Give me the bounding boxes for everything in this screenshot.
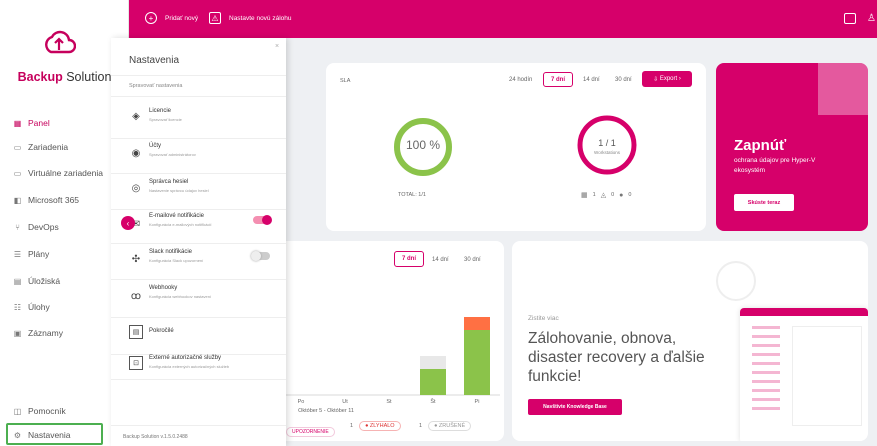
settings-item-webhooks[interactable]: ꝏ Webhooky Konfigurácia webhookov nastav… <box>111 276 286 318</box>
range-24h[interactable]: 24 hodín <box>509 77 532 83</box>
settings-section-label: Spravovať nastavenia <box>129 83 183 89</box>
sidebar-item-microsoft-365[interactable]: ◧ Microsoft 365 <box>12 190 124 210</box>
license-icon: ◈ <box>132 110 140 122</box>
bar-Št-Zrušené[interactable] <box>420 356 446 369</box>
try-now-button[interactable]: Skúste teraz <box>734 194 794 211</box>
apple-icon: ● <box>619 191 624 199</box>
gear-icon: ⚙ <box>13 430 22 440</box>
sidebar-item-plans[interactable]: ☰Plány⌄ <box>12 244 124 264</box>
sidebar-item-logs[interactable]: ▣ Záznamy <box>12 323 124 343</box>
x-tick-label: Ut <box>342 399 348 405</box>
sidebar-item-devops[interactable]: ⑂DevOps⌄ <box>12 217 124 237</box>
notifications-icon[interactable] <box>844 13 856 24</box>
bar-Št-Úspešné[interactable] <box>420 369 446 395</box>
advanced-icon: ▤ <box>129 325 143 339</box>
chevron-right-icon: › <box>677 76 681 82</box>
x-tick-label: Št <box>430 398 436 405</box>
cloud-backup-logo-icon <box>45 30 76 54</box>
workstations-label: Workstations <box>594 150 620 155</box>
workstations-value: 1 / 1 <box>598 138 616 148</box>
monitor-icon: ▭ <box>13 168 22 178</box>
sidebar: Backup Solution ▦ Panel ▭ Zariadenia ▭ Virt… <box>0 0 129 446</box>
storage-icon: ▤ <box>13 276 22 286</box>
sidebar-item-settings[interactable]: ⚙ Nastavenia <box>12 425 124 445</box>
lightbulb-icon <box>716 261 756 301</box>
range-30d[interactable]: 30 dní <box>615 77 632 83</box>
sla-percent: 100 % <box>405 138 441 152</box>
legend-warning[interactable]: UPOZORNENIE <box>286 427 335 437</box>
slack-icon: ✣ <box>131 253 141 265</box>
brand-name: Backup Solution <box>17 70 112 84</box>
office-icon: ◧ <box>13 195 22 205</box>
bar-Pi-Úspešné[interactable] <box>464 330 490 395</box>
sidebar-item-devices[interactable]: ▭ Zariadenia <box>12 137 124 157</box>
range-14d[interactable]: 14 dní <box>583 77 600 83</box>
fingerprint-icon: ◎ <box>131 182 141 194</box>
legend-failed[interactable]: 1 ● ZLYHALO <box>350 421 401 431</box>
accounts-icon: ◉ <box>131 147 141 159</box>
settings-item-external-auth[interactable]: ⊡ Externé autorizačné služby Konfiguráci… <box>111 344 286 380</box>
activity-card: 7 dní 14 dní 30 dní Po Ut St Št Pi Október 5 … <box>250 241 504 441</box>
promo-title: Zapnúť <box>734 137 787 154</box>
configure-backup-button[interactable]: ⚠ Nastavte novú zálohu <box>209 12 292 24</box>
sla-card: SLA 24 hodín 7 dní 14 dní 30 dní ⇩ Expor… <box>326 63 706 231</box>
legend-cancelled[interactable]: 1 ● ZRUŠENÉ <box>419 421 472 431</box>
sidebar-item-storages[interactable]: ▤ Úložiská <box>12 271 124 291</box>
activity-range-7d[interactable]: 7 dní <box>394 251 424 267</box>
activity-range-30d[interactable]: 30 dní <box>464 257 481 263</box>
sla-title: SLA <box>340 78 351 84</box>
tasks-icon: ☷ <box>13 302 22 312</box>
knowledge-base-card: Zistite viac Zálohovanie, obnova, disast… <box>512 241 868 441</box>
sidebar-item-virtual-devices[interactable]: ▭Virtuálne zariadenia⌄ <box>12 163 124 183</box>
kb-eyebrow: Zistite viac <box>528 315 559 322</box>
activity-range-14d[interactable]: 14 dní <box>432 257 449 263</box>
email-notifications-toggle[interactable] <box>253 215 272 225</box>
kb-headline: Zálohovanie, obnova, disaster recovery a… <box>528 330 705 385</box>
promo-text: ochrana údajov pre Hyper-V ekosystém <box>734 157 816 174</box>
hyperv-promo-card: Zapnúť ochrana údajov pre Hyper-V ekosys… <box>716 63 868 231</box>
sidebar-item-help[interactable]: ◫ Pomocník <box>12 401 124 421</box>
close-icon[interactable]: × <box>275 43 279 50</box>
auth-icon: ⊡ <box>129 356 143 370</box>
sla-total: TOTAL: 1/1 <box>398 192 426 198</box>
user-icon[interactable]: ♙ <box>867 13 877 24</box>
plus-icon: + <box>145 12 157 24</box>
webhook-icon: ꝏ <box>130 290 142 302</box>
export-button[interactable]: ⇩ Export › <box>642 71 692 87</box>
help-icon: ◫ <box>13 406 22 416</box>
sidebar-item-panel[interactable]: ▦ Panel <box>12 113 124 133</box>
x-tick-label: Po <box>298 399 305 405</box>
list-icon: ☰ <box>13 249 22 259</box>
log-icon: ▣ <box>13 328 22 338</box>
top-bar: + Pridať nový ⚠ Nastavte novú zálohu ♙ <box>129 0 877 38</box>
x-axis-label: Október 5 - Október 11 <box>298 408 354 414</box>
add-new-button[interactable]: + Pridať nový <box>145 12 198 24</box>
devices-icon: ▭ <box>13 142 22 152</box>
windows-icon: ▦ <box>581 192 588 199</box>
app-version: Backup Solution v.1.5.0.2488 <box>123 434 188 440</box>
chevron-left-icon: ‹ <box>126 218 130 228</box>
x-tick-label: Pi <box>475 399 480 405</box>
windows-logo-decoration <box>818 63 868 115</box>
os-counts: ▦ 1 ◬ 0 ● 0 <box>581 191 632 200</box>
settings-panel: Nastavenia × Spravovať nastavenia ◈ Lice… <box>111 38 286 446</box>
settings-panel-title: Nastavenia <box>129 55 180 66</box>
backup-icon: ⚠ <box>209 12 221 24</box>
settings-item-slack-notifications[interactable]: ✣ Slack notifikácie Konfigurácia Slack u… <box>111 238 286 280</box>
range-7d[interactable]: 7 dní <box>543 72 573 87</box>
kb-visit-button[interactable]: Navštívte Knowledge Base <box>528 399 622 415</box>
sidebar-item-tasks[interactable]: ☷ Úlohy <box>12 297 124 317</box>
slack-notifications-toggle[interactable] <box>251 251 270 261</box>
x-tick-label: St <box>386 399 392 405</box>
collapse-panel-button[interactable]: ‹ <box>121 216 135 230</box>
grid-icon: ▦ <box>13 118 22 128</box>
bar-Pi-Zlyhalo[interactable] <box>464 317 490 330</box>
branch-icon: ⑂ <box>15 222 20 232</box>
download-icon: ⇩ <box>653 76 660 83</box>
linux-icon: ◬ <box>600 192 607 199</box>
app-preview-illustration <box>740 308 868 441</box>
activity-bar-chart: Po Ut St Št Pi Október 5 - Október 11 <box>270 317 500 414</box>
